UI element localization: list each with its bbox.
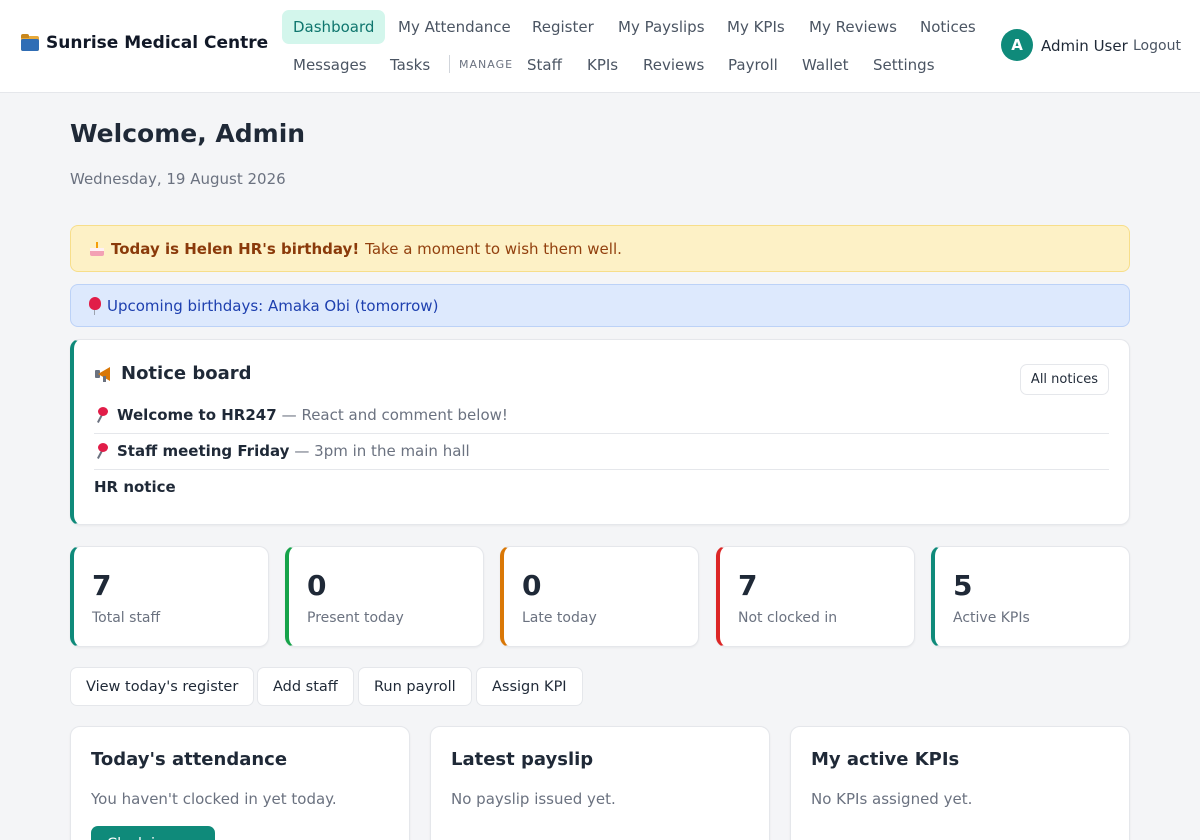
add-staff-button[interactable]: Add staff [257, 667, 354, 706]
megaphone-icon [94, 366, 114, 382]
notice-board-title: Notice board [121, 363, 252, 384]
stat-label: Total staff [92, 610, 161, 626]
notice-title: Staff meeting Friday [117, 442, 290, 460]
manage-section-label: MANAGE [459, 58, 514, 71]
nav-reviews[interactable]: Reviews [632, 48, 715, 82]
notice-divider [94, 433, 1109, 434]
assign-kpi-button[interactable]: Assign KPI [476, 667, 583, 706]
brand-name: Sunrise Medical Centre [46, 33, 269, 53]
stat-total-staff: 7 Total staff [70, 546, 269, 647]
card-title: Latest payslip [451, 749, 594, 770]
payslip-card: Latest payslip No payslip issued yet. [430, 726, 770, 840]
notice-text: — React and comment below! [281, 406, 508, 424]
upcoming-birthdays-text: Upcoming birthdays: Amaka Obi (tomorrow) [107, 296, 439, 315]
card-text: No payslip issued yet. [451, 790, 616, 808]
brand[interactable]: Sunrise Medical Centre [20, 33, 268, 53]
stat-label: Present today [307, 610, 404, 626]
pushpin-icon [94, 443, 110, 459]
stat-value: 7 [92, 569, 112, 602]
nav-my-payslips[interactable]: My Payslips [607, 10, 716, 44]
all-notices-button[interactable]: All notices [1019, 364, 1109, 395]
user-name: Admin User [1041, 37, 1128, 55]
stat-not-clocked-in: 7 Not clocked in [716, 546, 915, 647]
attendance-card: Today's attendance You haven't clocked i… [70, 726, 410, 840]
run-payroll-button[interactable]: Run payroll [358, 667, 472, 706]
nav-staff[interactable]: Staff [516, 48, 573, 82]
notice-item[interactable]: HR notice [94, 478, 1109, 496]
stat-label: Active KPIs [953, 610, 1030, 626]
stat-active-kpis: 5 Active KPIs [931, 546, 1130, 647]
stat-label: Not clocked in [738, 610, 838, 626]
view-register-button[interactable]: View today's register [70, 667, 255, 706]
current-date: Wednesday, 19 August 2026 [70, 170, 286, 188]
page-title: Welcome, Admin [70, 119, 306, 148]
notice-item[interactable]: Welcome to HR247 — React and comment bel… [94, 406, 1109, 424]
card-text: No KPIs assigned yet. [811, 790, 973, 808]
stat-late-today: 0 Late today [500, 546, 699, 647]
nav-wallet[interactable]: Wallet [791, 48, 860, 82]
stat-label: Late today [522, 610, 597, 626]
nav-my-reviews[interactable]: My Reviews [798, 10, 908, 44]
top-navigation-bar: Sunrise Medical Centre Dashboard My Atte… [0, 0, 1200, 93]
notice-divider [94, 469, 1109, 470]
notice-board-header: Notice board [94, 363, 252, 384]
nav-divider [449, 55, 450, 73]
nav-tasks[interactable]: Tasks [379, 48, 441, 82]
upcoming-birthdays-banner: Upcoming birthdays: Amaka Obi (tomorrow) [70, 284, 1130, 327]
nav-kpis[interactable]: KPIs [576, 48, 629, 82]
nav-my-kpis[interactable]: My KPIs [716, 10, 796, 44]
card-title: My active KPIs [811, 749, 960, 770]
notice-board: Notice board All notices Welcome to HR24… [70, 339, 1130, 525]
logout-link[interactable]: Logout [1133, 38, 1181, 54]
stat-value: 0 [522, 569, 542, 602]
birthday-banner-title: Today is Helen HR's birthday! [111, 239, 360, 258]
card-text: You haven't clocked in yet today. [91, 790, 337, 808]
notice-text: — 3pm in the main hall [294, 442, 470, 460]
nav-messages[interactable]: Messages [282, 48, 378, 82]
clock-in-button[interactable]: Clock in now [91, 826, 215, 840]
birthday-banner: Today is Helen HR's birthday! Take a mom… [70, 225, 1130, 272]
kpis-card: My active KPIs No KPIs assigned yet. [790, 726, 1130, 840]
card-index-dividers-icon [20, 33, 40, 53]
nav-payroll[interactable]: Payroll [717, 48, 789, 82]
stat-value: 0 [307, 569, 327, 602]
avatar[interactable]: A [1001, 29, 1033, 61]
nav-my-attendance[interactable]: My Attendance [387, 10, 522, 44]
stat-value: 7 [738, 569, 758, 602]
stat-value: 5 [953, 569, 973, 602]
pushpin-icon [94, 407, 110, 423]
birthday-cake-icon [89, 241, 105, 257]
notice-title: HR notice [94, 478, 176, 496]
nav-settings[interactable]: Settings [862, 48, 946, 82]
nav-register[interactable]: Register [521, 10, 605, 44]
card-title: Today's attendance [91, 749, 288, 770]
stat-present-today: 0 Present today [285, 546, 484, 647]
notice-title: Welcome to HR247 [117, 406, 277, 424]
balloon-icon [89, 296, 101, 315]
nav-notices[interactable]: Notices [909, 10, 987, 44]
birthday-banner-text: Take a moment to wish them well. [365, 239, 622, 258]
nav-dashboard[interactable]: Dashboard [282, 10, 386, 44]
notice-item[interactable]: Staff meeting Friday — 3pm in the main h… [94, 442, 1109, 460]
